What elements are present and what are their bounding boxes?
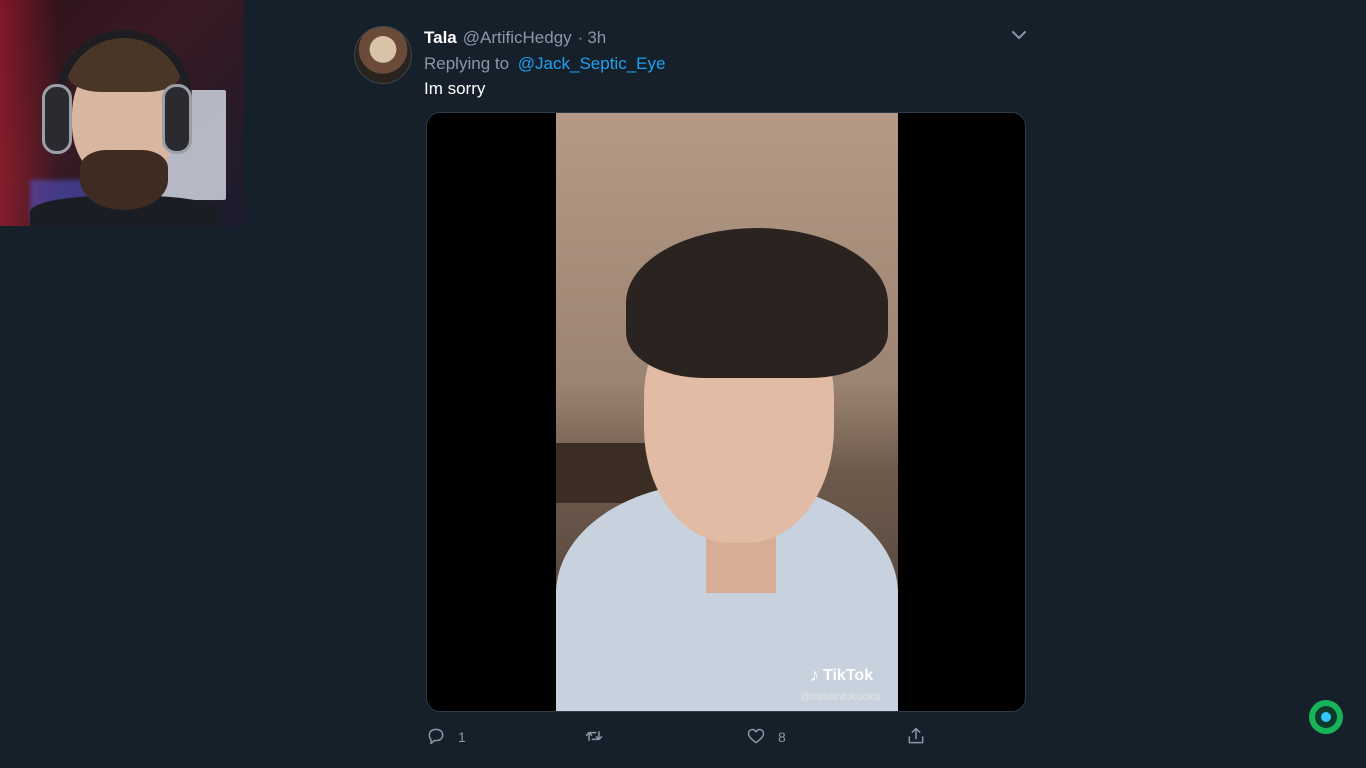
headset-earcup-left — [42, 84, 72, 154]
like-count: 8 — [778, 729, 786, 745]
tweet-text: Im sorry — [424, 79, 486, 98]
logo-pupil — [1321, 712, 1331, 722]
headset-earcup-right — [162, 84, 192, 154]
retweet-icon — [584, 726, 604, 749]
septic-eye-logo — [1309, 700, 1343, 734]
comment-icon — [426, 726, 446, 749]
tiktok-watermark-user: @randinfukuoka — [800, 691, 881, 703]
webcam-overlay — [0, 0, 244, 226]
replying-prefix: Replying to — [424, 54, 510, 73]
avatar[interactable] — [354, 26, 412, 84]
tiktok-watermark: ♪ TikTok — [810, 665, 873, 686]
timestamp[interactable]: 3h — [587, 28, 606, 48]
tweet-media-video[interactable]: ♪ TikTok @randinfukuoka — [426, 112, 1026, 712]
video-frame: ♪ TikTok @randinfukuoka — [556, 113, 898, 711]
display-name[interactable]: Tala — [424, 28, 457, 48]
reply-count: 1 — [458, 729, 466, 745]
like-button[interactable]: 8 — [746, 724, 786, 750]
tweet-actions: 1 8 — [426, 724, 946, 750]
webcam-person-beard — [80, 150, 168, 210]
retweet-button[interactable] — [584, 724, 616, 750]
logo-iris — [1315, 706, 1337, 728]
user-handle[interactable]: @ArtificHedgy — [463, 28, 572, 48]
tweet-content: Tala @ArtificHedgy · 3h Replying to @Jac… — [424, 24, 1024, 102]
separator-dot: · — [577, 28, 584, 47]
share-icon — [906, 726, 926, 749]
mention-link[interactable]: @Jack_Septic_Eye — [518, 54, 666, 73]
tiktok-note-icon: ♪ — [810, 665, 819, 685]
heart-icon — [746, 726, 766, 749]
video-person-hair — [626, 228, 888, 378]
tiktok-watermark-text: TikTok — [823, 666, 874, 684]
share-button[interactable] — [906, 724, 926, 750]
chevron-down-icon[interactable] — [1010, 26, 1028, 44]
page: Tala @ArtificHedgy · 3h Replying to @Jac… — [0, 0, 1366, 768]
reply-button[interactable]: 1 — [426, 724, 466, 750]
replying-to-line: Replying to @Jack_Septic_Eye — [424, 52, 1024, 76]
tweet-header: Tala @ArtificHedgy · 3h — [424, 24, 1024, 52]
